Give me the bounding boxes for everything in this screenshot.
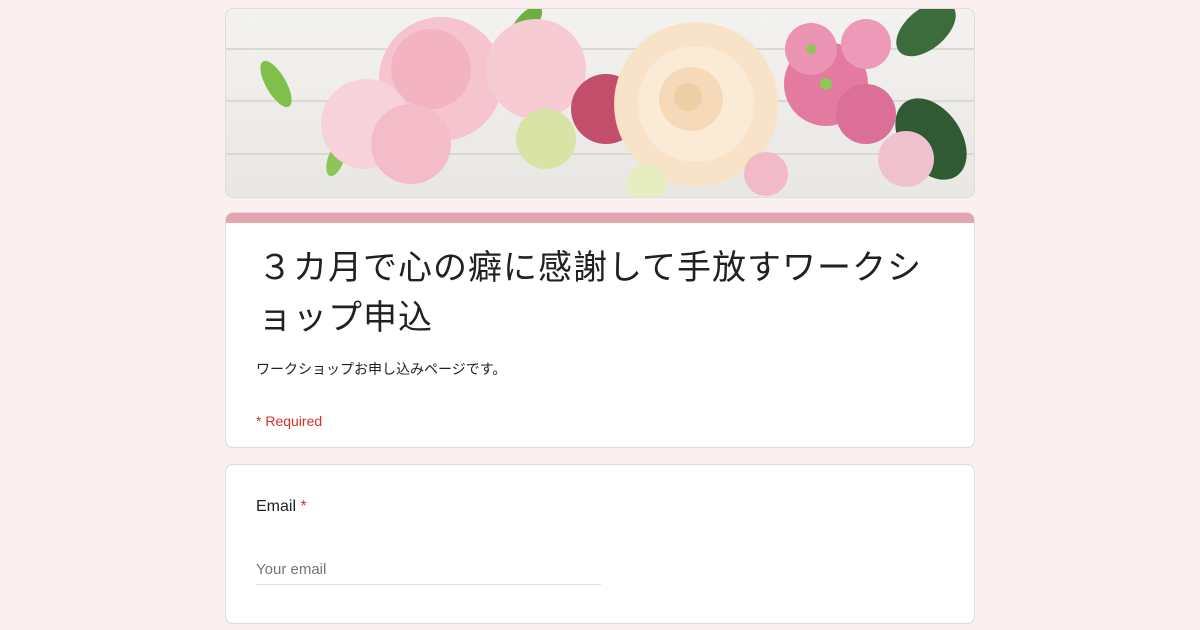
card-accent-bar — [226, 213, 974, 223]
form-description: ワークショップお申し込みページです。 — [256, 361, 507, 377]
email-label-text: Email — [256, 498, 297, 515]
form-title: ３カ月で心の癖に感謝して手放すワークショップ申込 — [258, 249, 922, 337]
required-note: * Required — [256, 413, 323, 429]
question-card-email: Email * — [225, 464, 975, 624]
email-field[interactable] — [256, 555, 601, 585]
flower-bouquet-illustration — [226, 9, 974, 197]
required-asterisk: * — [300, 498, 307, 515]
question-label-email: Email * — [256, 498, 307, 516]
form-header-card: ３カ月で心の癖に感謝して手放すワークショップ申込 ワークショップお申し込みページ… — [225, 212, 975, 448]
header-banner-image — [225, 8, 975, 198]
form-column: ３カ月で心の癖に感謝して手放すワークショップ申込 ワークショップお申し込みページ… — [225, 8, 975, 624]
